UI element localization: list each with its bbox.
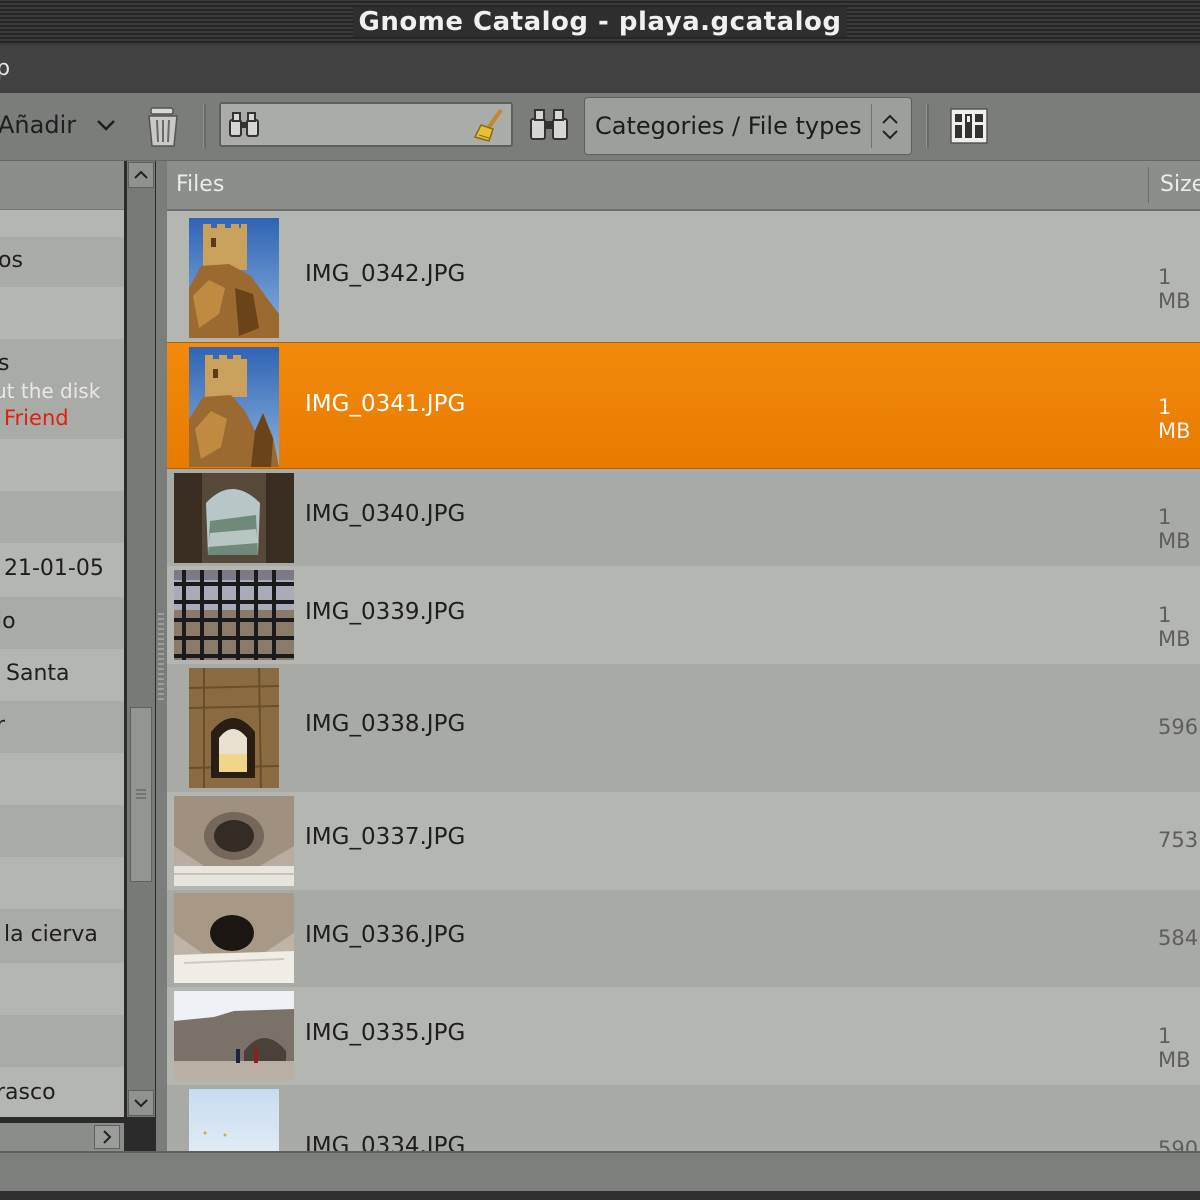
toolbar-separator	[203, 104, 206, 148]
menubar: lp	[0, 45, 1200, 93]
image-thumbnail	[174, 473, 294, 563]
file-name: IMG_0341.JPG	[305, 391, 466, 417]
toolbar-separator	[926, 104, 929, 148]
find-binoculars-icon[interactable]	[528, 106, 570, 148]
file-size: 590	[1158, 1137, 1199, 1151]
clear-broom-icon[interactable]	[473, 107, 507, 149]
file-row[interactable]: IMG_0338.JPG 596	[167, 664, 1200, 792]
window-titlebar: Gnome Catalog - playa.gcatalog	[0, 0, 1200, 45]
tree-row[interactable]: 21-01-05	[0, 543, 124, 597]
tree-row[interactable]	[0, 439, 124, 491]
file-size: 1 MB	[1158, 1024, 1191, 1072]
file-name: IMG_0336.JPG	[305, 922, 466, 948]
tree-row-label: rasco	[0, 1080, 56, 1105]
file-size: 753	[1158, 828, 1199, 852]
view-mode-selected: Categories / File types	[595, 112, 862, 140]
scroll-down-arrow-icon[interactable]	[128, 1090, 154, 1116]
tree-row-label: s	[0, 351, 10, 376]
file-name: IMG_0337.JPG	[305, 824, 466, 850]
scroll-up-arrow-icon[interactable]	[128, 162, 154, 188]
tree-header	[0, 161, 124, 210]
add-button-label: Añadir	[0, 111, 77, 139]
file-row[interactable]: IMG_0334.JPG 590	[167, 1085, 1200, 1151]
splitter-grip[interactable]	[158, 612, 164, 700]
file-size: 596	[1158, 715, 1199, 739]
tree-row[interactable]: os	[0, 237, 124, 287]
tree-horizontal-scrollbar[interactable]	[0, 1123, 124, 1151]
scrollbar-thumb[interactable]	[130, 707, 152, 882]
tree-row-label: r	[0, 713, 6, 738]
tree-row-label: Santa	[6, 661, 70, 686]
image-thumbnail	[174, 570, 294, 660]
up-down-arrows-icon[interactable]	[879, 110, 901, 148]
file-size: 1 MB	[1158, 603, 1191, 651]
column-header-size[interactable]: Size	[1160, 161, 1200, 209]
statusbar	[0, 1151, 1200, 1200]
catalog-tree-panel: os s ut the disk Friend 21-01-05 io Sant…	[0, 161, 124, 1117]
image-thumbnail	[189, 1089, 279, 1151]
image-thumbnail	[174, 991, 294, 1081]
file-name: IMG_0340.JPG	[305, 501, 466, 527]
trash-icon[interactable]	[143, 106, 183, 152]
image-thumbnail	[174, 796, 294, 886]
file-row[interactable]: IMG_0335.JPG 1 MB	[167, 987, 1200, 1085]
image-thumbnail	[189, 218, 279, 338]
tree-row[interactable]	[0, 805, 124, 857]
tree-row-label: 21-01-05	[4, 556, 104, 581]
tree-row-description: ut the disk	[0, 379, 101, 403]
file-row-selected[interactable]: IMG_0341.JPG 1 MB	[167, 342, 1200, 469]
menu-help[interactable]: lp	[0, 45, 10, 93]
tree-row-label: la cierva	[4, 922, 98, 947]
binoculars-icon	[227, 110, 261, 144]
tree-vertical-scrollbar[interactable]	[127, 161, 155, 1117]
column-header-files[interactable]: Files	[176, 161, 224, 209]
tree-row[interactable]: r	[0, 701, 124, 753]
properties-icon[interactable]	[950, 108, 988, 148]
tree-row[interactable]: la cierva	[0, 909, 124, 963]
file-name: IMG_0339.JPG	[305, 599, 466, 625]
column-divider[interactable]	[1148, 167, 1149, 203]
chevron-down-icon[interactable]	[95, 105, 117, 158]
search-field[interactable]	[219, 102, 513, 147]
search-input[interactable]	[267, 110, 471, 142]
tree-row[interactable]	[0, 753, 124, 805]
tree-row[interactable]	[0, 963, 124, 1015]
view-mode-combo[interactable]: Categories / File types	[584, 97, 912, 155]
file-name: IMG_0335.JPG	[305, 1020, 466, 1046]
image-thumbnail	[189, 668, 279, 788]
tree-row[interactable]	[0, 1015, 124, 1067]
file-row[interactable]: IMG_0336.JPG 584	[167, 890, 1200, 987]
file-row[interactable]: IMG_0339.JPG 1 MB	[167, 566, 1200, 664]
file-list-header: Files Size	[167, 161, 1200, 211]
window-bottom-edge	[0, 1191, 1200, 1200]
file-name: IMG_0338.JPG	[305, 711, 466, 737]
file-size: 1 MB	[1158, 395, 1191, 443]
tree-row-owner: Friend	[4, 406, 69, 430]
tree-row-label: io	[0, 609, 16, 634]
file-name: IMG_0342.JPG	[305, 261, 466, 287]
tree-row[interactable]	[0, 491, 124, 543]
file-row[interactable]: IMG_0337.JPG 753	[167, 792, 1200, 890]
tree-row[interactable]	[0, 857, 124, 909]
file-row[interactable]: IMG_0340.JPG 1 MB	[167, 469, 1200, 566]
tree-row-label: os	[0, 248, 23, 273]
tree-row[interactable]: rasco	[0, 1067, 124, 1117]
window-title: Gnome Catalog - playa.gcatalog	[352, 7, 848, 37]
tree-row[interactable]: s ut the disk Friend	[0, 339, 124, 439]
combo-divider	[871, 104, 872, 148]
image-thumbnail	[174, 893, 294, 983]
tree-row[interactable]	[0, 209, 124, 237]
file-list: IMG_0342.JPG 1 MB IMG_0341.JPG 1 MB IMG_…	[167, 211, 1200, 1151]
tree-row[interactable]: io	[0, 597, 124, 649]
image-thumbnail	[189, 347, 279, 467]
file-size: 1 MB	[1158, 505, 1191, 553]
tree-row[interactable]	[0, 287, 124, 339]
file-name: IMG_0334.JPG	[305, 1133, 466, 1151]
file-size: 1 MB	[1158, 265, 1191, 313]
file-size: 584	[1158, 926, 1199, 950]
scroll-right-arrow-icon[interactable]	[94, 1125, 120, 1149]
tree-row[interactable]: Santa	[0, 649, 124, 701]
file-row[interactable]: IMG_0342.JPG 1 MB	[167, 211, 1200, 342]
